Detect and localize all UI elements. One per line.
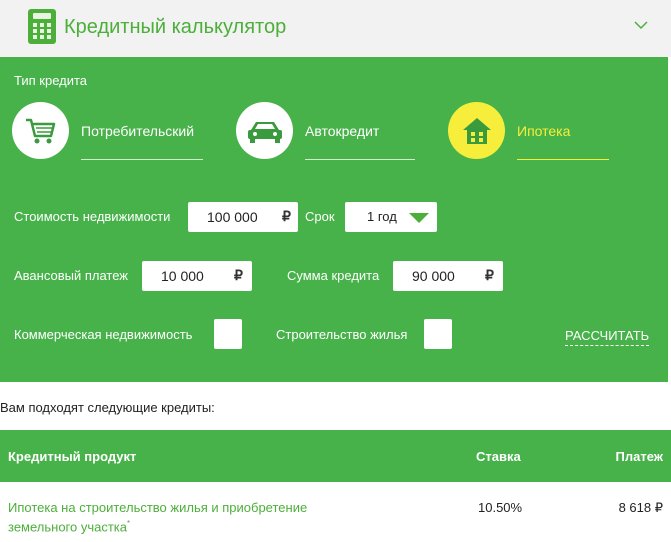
credit-type-label: Тип кредита <box>14 73 88 88</box>
calculator-panel: Тип кредита Потребительский Автокредит И… <box>0 57 668 382</box>
term-label: Срок <box>305 209 335 224</box>
loan-amount-label: Сумма кредита <box>287 268 380 283</box>
chevron-down-icon[interactable] <box>633 18 649 32</box>
credit-type-consumer[interactable]: Потребительский <box>12 101 212 163</box>
col-product: Кредитный продукт <box>8 449 137 464</box>
product-link[interactable]: Ипотека на строительство жилья и приобре… <box>8 500 348 535</box>
results-intro: Вам подходят следующие кредиты: <box>0 400 215 415</box>
down-payment-input[interactable]: 10 000 ₽ <box>142 261 252 291</box>
payment-value: 8 618 ₽ <box>618 500 663 515</box>
credit-type-mortgage-label: Ипотека <box>517 123 571 139</box>
commercial-property-checkbox[interactable] <box>214 319 242 349</box>
results-table-header: Кредитный продукт Ставка Платеж <box>0 430 671 482</box>
loan-amount-input[interactable]: 90 000 ₽ <box>393 261 503 291</box>
shopping-cart-icon <box>12 102 69 159</box>
dropdown-arrow-icon <box>409 213 429 223</box>
credit-type-auto-label: Автокредит <box>305 123 380 139</box>
property-cost-input[interactable]: 100 000 ₽ <box>188 202 298 232</box>
calculator-title: Кредитный калькулятор <box>64 16 287 38</box>
car-icon <box>236 102 293 159</box>
commercial-property-label: Коммерческая недвижимость <box>14 327 193 342</box>
credit-type-mortgage[interactable]: Ипотека <box>448 101 618 163</box>
credit-type-auto[interactable]: Автокредит <box>236 101 426 163</box>
house-icon <box>448 102 505 159</box>
housing-construction-label: Строительство жилья <box>276 327 408 342</box>
col-rate: Ставка <box>476 449 521 464</box>
term-select[interactable]: 1 год <box>345 202 437 232</box>
calculator-icon <box>28 9 56 44</box>
col-payment: Платеж <box>615 449 663 464</box>
calculate-button[interactable]: РАССЧИТАТЬ <box>565 328 650 346</box>
down-payment-label: Авансовый платеж <box>14 268 128 283</box>
table-row: Ипотека на строительство жилья и приобре… <box>0 482 671 542</box>
calculator-header[interactable]: Кредитный калькулятор <box>0 0 671 57</box>
rate-value: 10.50% <box>478 500 523 515</box>
property-cost-label: Стоимость недвижимости <box>14 209 171 224</box>
housing-construction-checkbox[interactable] <box>424 319 452 349</box>
footnote-mark: * <box>127 519 131 528</box>
credit-type-consumer-label: Потребительский <box>81 123 195 139</box>
